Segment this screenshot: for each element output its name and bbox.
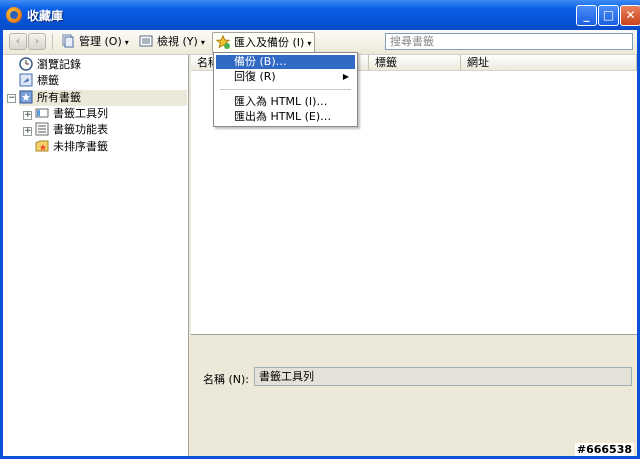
view-icon [139,34,153,48]
manage-menu-button[interactable]: 管理 (O) ▾ [58,32,132,52]
sidebar-tree: 瀏覽記錄 標籤 − 所有書籤 + 書籤工具列 + 書籤功能表 未排序書籤 [3,55,189,456]
menu-item-restore[interactable]: 回復 (R) ▶ [216,70,355,84]
submenu-arrow-icon: ▶ [342,72,349,81]
sidebar-item-label: 書籤工具列 [53,107,108,120]
sidebar-item-label: 瀏覽記錄 [37,58,81,71]
sidebar-item-label: 所有書籤 [37,91,81,104]
menu-separator [220,89,351,90]
expand-icon[interactable]: + [23,127,32,136]
menu-item-label: 回復 (R) [234,70,276,83]
watermark-text: #666538 [574,443,634,456]
sidebar-item-label: 標籤 [37,74,59,87]
back-button[interactable]: ‹ [9,33,27,50]
star-import-icon [215,34,231,49]
menu-item-backup[interactable]: 備份 (B)… [216,55,355,69]
sidebar-item-tags[interactable]: 標籤 [19,73,59,89]
column-header-tags[interactable]: 標籤 [369,55,461,71]
sidebar-item-history[interactable]: 瀏覽記錄 [19,57,81,73]
manage-label: 管理 (O) [79,35,122,48]
import-backup-dropdown-menu: 備份 (B)… 回復 (R) ▶ 匯入為 HTML (I)… 匯出為 HTML … [213,52,358,127]
manage-icon [61,34,75,48]
bookmarks-menu-icon [35,122,49,136]
sidebar-item-all-bookmarks[interactable]: 所有書籤 [19,90,187,106]
close-button[interactable]: ✕ [620,5,640,26]
import-backup-label: 匯入及備份 (I) [234,36,305,49]
menu-item-import-html[interactable]: 匯入為 HTML (I)… [216,95,355,109]
search-input[interactable]: 搜尋書籤 [385,33,633,50]
sidebar-item-unsorted-bookmarks[interactable]: 未排序書籤 [35,139,108,155]
details-panel: 名稱 (N): 書籤工具列 [191,335,637,456]
chevron-down-icon: ▾ [307,39,312,48]
forward-button[interactable]: › [28,33,46,50]
import-backup-menu-button[interactable]: 匯入及備份 (I) ▾ [212,32,316,54]
chevron-down-icon: ▾ [124,38,129,47]
history-clock-icon [19,57,33,71]
toolbar-separator [52,34,53,50]
sidebar-item-label: 未排序書籤 [53,140,108,153]
minimize-button[interactable]: _ [576,5,597,26]
maximize-button[interactable]: □ [598,5,619,26]
unsorted-bookmarks-icon [35,139,49,153]
collapse-icon[interactable]: − [7,94,16,103]
name-field-label: 名稱 (N): [203,373,250,386]
library-window: 收藏庫 _ □ ✕ ‹ › 管理 (O) ▾ 檢視 (Y) ▾ 匯入及備份 (I… [0,0,640,459]
column-header-url[interactable]: 網址 [461,55,637,71]
sidebar-item-label: 書籤功能表 [53,123,108,136]
view-label: 檢視 (Y) [157,35,198,48]
name-field[interactable]: 書籤工具列 [254,367,632,386]
tag-icon [19,73,33,87]
window-title: 收藏庫 [27,9,64,23]
view-menu-button[interactable]: 檢視 (Y) ▾ [136,32,208,52]
all-bookmarks-icon [19,90,33,104]
menu-item-export-html[interactable]: 匯出為 HTML (E)… [216,110,355,124]
firefox-icon [6,7,22,23]
expand-icon[interactable]: + [23,111,32,120]
sidebar-item-bookmarks-toolbar[interactable]: 書籤工具列 [35,106,108,122]
bookmarks-toolbar-icon [35,106,49,120]
chevron-down-icon: ▾ [200,38,205,47]
title-bar: 收藏庫 _ □ ✕ [0,0,640,30]
sidebar-item-bookmarks-menu[interactable]: 書籤功能表 [35,122,108,138]
